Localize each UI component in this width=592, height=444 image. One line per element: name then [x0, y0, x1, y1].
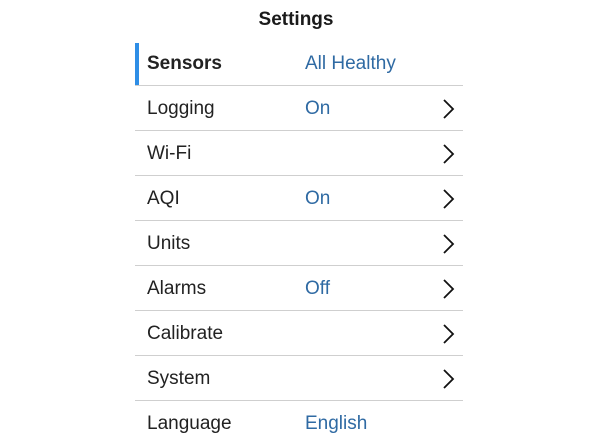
menu-item-system[interactable]: System [135, 356, 463, 401]
menu-item-value: On [305, 98, 331, 119]
chevron-right-icon [443, 234, 455, 254]
menu-item-language[interactable]: Language English [135, 401, 463, 444]
chevron-right-icon [443, 369, 455, 389]
chevron-right-icon [443, 144, 455, 164]
menu-item-label: System [147, 368, 211, 389]
menu-item-sensors[interactable]: Sensors All Healthy [135, 41, 463, 86]
menu-item-label: Alarms [147, 278, 207, 299]
menu-item-label: Units [147, 233, 191, 254]
settings-screen: Settings Sensors All Healthy Logging On … [0, 0, 592, 444]
chevron-right-icon [443, 189, 455, 209]
settings-menu: Sensors All Healthy Logging On Wi-Fi AQI… [135, 41, 463, 444]
menu-item-label: Calibrate [147, 323, 224, 344]
menu-item-value: All Healthy [305, 53, 396, 74]
menu-item-label: Language [147, 413, 232, 434]
menu-item-units[interactable]: Units [135, 221, 463, 266]
chevron-right-icon [443, 99, 455, 119]
menu-item-calibrate[interactable]: Calibrate [135, 311, 463, 356]
menu-item-logging[interactable]: Logging On [135, 86, 463, 131]
selection-indicator [135, 43, 139, 85]
chevron-right-icon [443, 279, 455, 299]
menu-item-wifi[interactable]: Wi-Fi [135, 131, 463, 176]
page-title: Settings [258, 9, 334, 30]
menu-item-aqi[interactable]: AQI On [135, 176, 463, 221]
menu-item-value: On [305, 188, 331, 209]
menu-item-value: English [305, 413, 368, 434]
chevron-right-icon [443, 324, 455, 344]
menu-item-label: Sensors [147, 53, 222, 74]
menu-item-label: AQI [147, 188, 180, 209]
menu-item-alarms[interactable]: Alarms Off [135, 266, 463, 311]
menu-item-label: Logging [147, 98, 215, 119]
menu-item-label: Wi-Fi [147, 143, 192, 164]
menu-item-value: Off [305, 278, 330, 299]
